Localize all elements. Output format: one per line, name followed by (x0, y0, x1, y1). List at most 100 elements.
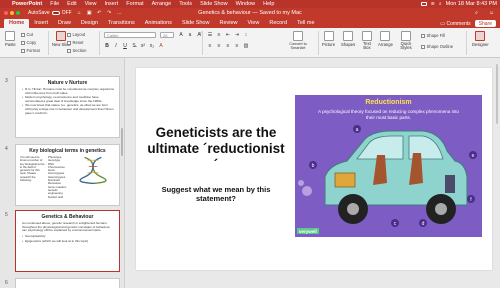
tab-slide-show[interactable]: Slide Show (177, 19, 215, 28)
font-color-icon[interactable]: A (158, 43, 164, 49)
underline-icon[interactable]: U (122, 43, 128, 49)
thumbnail-scrollbar[interactable] (121, 128, 123, 156)
menu-view[interactable]: View (81, 1, 101, 7)
account-icon[interactable]: ☺ (489, 10, 494, 16)
tab-animations[interactable]: Animations (140, 19, 177, 28)
font-name-select[interactable]: Calibri (104, 32, 156, 38)
text-box-button[interactable]: Text Box (360, 31, 374, 50)
paint-bucket-icon (421, 33, 425, 38)
quick-styles-button[interactable]: Quick Styles (397, 31, 415, 50)
more-icon[interactable]: … (117, 10, 122, 16)
line-spacing-icon[interactable]: ↕ (243, 32, 249, 38)
menu-arrange[interactable]: Arrange (148, 1, 176, 7)
cut-button[interactable]: Cut (21, 32, 33, 37)
slide-thumbnail-5[interactable]: Genetics & Behaviour As mentioned above,… (15, 210, 120, 272)
tab-home[interactable]: Home (4, 19, 30, 28)
menu-help[interactable]: Help (259, 1, 278, 7)
reductionism-image[interactable]: Reductionism A psychological theory focu… (295, 95, 482, 237)
autosave-toggle[interactable] (51, 11, 60, 15)
numbering-icon[interactable]: ≡ (216, 32, 222, 38)
designer-label: Designer (472, 42, 489, 47)
grow-font-icon[interactable]: A (178, 32, 184, 38)
tab-view[interactable]: View (243, 19, 265, 28)
ribbon-home: Paste Cut Copy Format New Slide Layout R… (0, 28, 500, 58)
tab-design[interactable]: Design (76, 19, 103, 28)
designer-button[interactable]: Designer (472, 31, 489, 47)
tab-record[interactable]: Record (264, 19, 292, 28)
picture-button[interactable]: Picture (322, 31, 335, 47)
undo-icon[interactable]: ↶ (97, 10, 102, 16)
format-painter-button[interactable]: Format (21, 48, 40, 53)
redo-icon[interactable]: ↷ (107, 10, 112, 16)
slide-thumbnail-panel[interactable]: 3 Nature v Nurture R.G. Hinton: Humans m… (0, 58, 125, 288)
increase-indent-icon[interactable]: ⇥ (234, 32, 240, 38)
search-icon[interactable]: ⌕ (439, 1, 442, 7)
align-right-icon[interactable]: ≡ (225, 43, 231, 49)
slide-number: 3 (5, 78, 8, 84)
justify-icon[interactable]: ≡ (234, 43, 240, 49)
tab-tell-me[interactable]: Tell me (292, 19, 319, 28)
wifi-icon[interactable]: ≋ (431, 1, 435, 7)
convert-smartart-button[interactable]: Convert to SmartArt (283, 31, 313, 50)
subscript-icon[interactable]: x₂ (149, 43, 155, 49)
save-icon[interactable]: ▣ (87, 10, 92, 16)
layout-button[interactable]: Layout (67, 32, 85, 37)
comments-button[interactable]: ▭ Comments (440, 20, 470, 27)
reset-button[interactable]: Reset (67, 40, 83, 45)
superscript-icon[interactable]: x² (140, 43, 146, 49)
pen-outline-icon (421, 44, 425, 49)
shape-outline-button[interactable]: Shape Outline (421, 44, 453, 49)
columns-icon[interactable]: ▥ (243, 43, 249, 49)
shapes-button[interactable]: Shapes (341, 31, 355, 47)
section-button[interactable]: Section (67, 48, 86, 53)
menu-file[interactable]: File (46, 1, 63, 7)
menu-window[interactable]: Window (232, 1, 260, 7)
smartart-icon (293, 31, 303, 41)
canvas-scrollbar[interactable] (496, 64, 498, 124)
share-button[interactable]: Share (474, 20, 496, 27)
tab-transitions[interactable]: Transitions (103, 19, 140, 28)
shrink-font-icon[interactable]: a (187, 32, 193, 38)
menu-format[interactable]: Format (122, 1, 147, 7)
menu-insert[interactable]: Insert (100, 1, 122, 7)
current-slide[interactable]: Geneticists are the ultimate ´reductioni… (136, 68, 492, 270)
slide-thumbnail-3[interactable]: Nature v Nurture R.G. Hinton: Humans mus… (15, 76, 120, 138)
tab-insert[interactable]: Insert (29, 19, 53, 28)
autosave-label: AutoSave (28, 10, 50, 16)
scissors-icon (21, 32, 25, 37)
term-item: Nucleic acid (48, 194, 64, 199)
close-window-icon[interactable] (4, 11, 8, 15)
menu-app[interactable]: PowerPoint (8, 1, 46, 7)
menu-edit[interactable]: Edit (63, 1, 80, 7)
dna-illustration (79, 156, 107, 184)
thumb-columns: You will need to know a number of key bi… (16, 154, 119, 201)
zoom-window-icon[interactable] (16, 11, 20, 15)
menu-tools[interactable]: Tools (175, 1, 196, 7)
autosave-control[interactable]: AutoSave OFF (28, 10, 72, 16)
tab-draw[interactable]: Draw (53, 19, 76, 28)
slide-subtitle[interactable]: Suggest what we mean by this statement? (154, 185, 278, 203)
minimize-window-icon[interactable] (10, 11, 14, 15)
paste-button[interactable]: Paste (5, 31, 16, 47)
menu-slide-show[interactable]: Slide Show (196, 1, 232, 7)
font-size-select[interactable]: 28 (160, 32, 174, 38)
menubar-clock[interactable]: Mon 18 Mar 8:43 PM (446, 1, 497, 7)
strikethrough-icon[interactable]: S̶ (131, 43, 137, 49)
slide-title[interactable]: Geneticists are the ultimate ´reductioni… (146, 125, 286, 173)
tab-review[interactable]: Review (214, 19, 242, 28)
align-center-icon[interactable]: ≡ (216, 43, 222, 49)
cut-label: Cut (26, 32, 34, 37)
align-left-icon[interactable]: ≡ (207, 43, 213, 49)
bold-icon[interactable]: B (104, 43, 110, 49)
home-icon[interactable]: ⌂ (77, 10, 82, 16)
italic-icon[interactable]: I (113, 43, 119, 49)
battery-icon[interactable] (420, 2, 427, 6)
copy-button[interactable]: Copy (21, 40, 36, 45)
decrease-indent-icon[interactable]: ⇤ (225, 32, 231, 38)
bullets-icon[interactable]: ☰ (207, 32, 213, 38)
titlebar-search-icon[interactable]: ⌕ (474, 10, 479, 16)
slide-thumbnail-6[interactable] (15, 278, 120, 288)
slide-thumbnail-4[interactable]: Key biological terms in genetics You wil… (15, 144, 120, 206)
shape-fill-button[interactable]: Shape Fill (421, 33, 445, 38)
arrange-button[interactable]: Arrange (378, 31, 393, 47)
